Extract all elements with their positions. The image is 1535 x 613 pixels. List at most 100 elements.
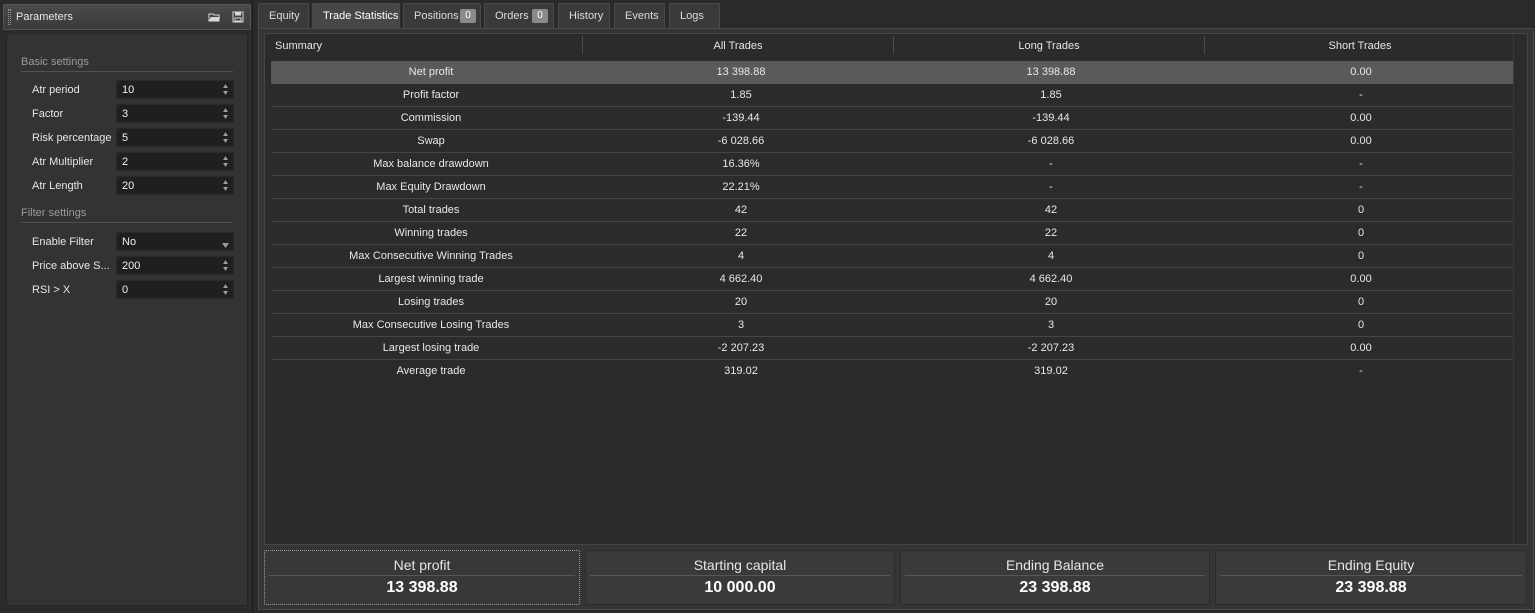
summary-card-ending-equity[interactable]: Ending Equity 23 398.88 xyxy=(1215,550,1527,605)
column-header-short-trades[interactable]: Short Trades xyxy=(1205,40,1515,52)
card-label: Net profit xyxy=(393,557,451,573)
atr-period-value: 10 xyxy=(122,84,135,96)
row-all-trades-cell: 13 398.88 xyxy=(716,66,766,78)
row-all-trades-cell: 16.36% xyxy=(722,158,760,170)
row-summary-cell: Commission xyxy=(400,112,462,124)
row-long-trades-cell: 1.85 xyxy=(1040,89,1062,101)
row-long-trades-cell: - xyxy=(1049,158,1053,170)
atr-length-value: 20 xyxy=(122,180,135,192)
summary-card-ending-balance[interactable]: Ending Balance 23 398.88 xyxy=(900,550,1210,605)
column-header-summary[interactable]: Summary xyxy=(275,40,322,52)
table-row[interactable]: Average trade 319.02 319.02 - xyxy=(271,360,1521,383)
row-summary-cell: Max Consecutive Winning Trades xyxy=(349,250,513,262)
column-header-all-trades[interactable]: All Trades xyxy=(583,40,893,52)
positions-count-badge: 0 xyxy=(460,9,476,23)
spinner-arrows-icon[interactable] xyxy=(222,130,229,145)
summary-card-starting-capital[interactable]: Starting capital 10 000.00 xyxy=(585,550,895,605)
row-all-trades-cell: 4 662.40 xyxy=(719,273,763,285)
table-row[interactable]: Max Consecutive Winning Trades 4 4 0 xyxy=(271,245,1521,268)
card-label: Ending Equity xyxy=(1327,557,1415,573)
row-long-trades-cell: -139.44 xyxy=(1032,112,1070,124)
enable-filter-value: No xyxy=(122,236,137,248)
table-row[interactable]: Total trades 42 42 0 xyxy=(271,199,1521,222)
vertical-scrollbar[interactable] xyxy=(1513,34,1527,544)
atr-period-input[interactable]: 10 xyxy=(116,80,234,99)
row-short-trades-cell: - xyxy=(1359,181,1363,193)
row-short-trades-cell: 0.00 xyxy=(1350,273,1372,285)
spinner-arrows-icon[interactable] xyxy=(222,178,229,193)
row-summary-cell: Max Consecutive Losing Trades xyxy=(352,319,510,331)
tab-positions[interactable]: Positions 0 xyxy=(403,3,481,28)
table-row[interactable]: Largest winning trade 4 662.40 4 662.40 0.0… xyxy=(271,268,1521,291)
save-icon[interactable] xyxy=(232,11,244,23)
row-summary-cell: Swap xyxy=(417,135,445,147)
spinner-arrows-icon[interactable] xyxy=(222,106,229,121)
parameters-panel: Parameters Basic settings Atr period 10 … xyxy=(0,0,253,613)
tab-history[interactable]: History xyxy=(558,3,610,28)
table-row[interactable]: Max Consecutive Losing Trades 3 3 0 xyxy=(271,314,1521,337)
table-row[interactable]: Commission -139.44 -139.44 0.00 xyxy=(271,107,1521,130)
risk-percentage-input[interactable]: 5 xyxy=(116,128,234,147)
row-summary-cell: Largest losing trade xyxy=(382,342,480,354)
card-divider xyxy=(269,575,575,576)
rsi-input[interactable]: 0 xyxy=(116,280,234,299)
spinner-arrows-icon[interactable] xyxy=(222,282,229,297)
row-summary-cell: Max balance drawdown xyxy=(373,158,489,170)
table-row[interactable]: Max Equity Drawdown 22.21% - - xyxy=(271,176,1521,199)
param-label-enable-filter: Enable Filter xyxy=(32,236,94,248)
card-divider xyxy=(1220,575,1522,576)
row-short-trades-cell: 0.00 xyxy=(1350,135,1372,147)
row-long-trades-cell: 20 xyxy=(1044,296,1058,308)
column-header-long-trades[interactable]: Long Trades xyxy=(894,40,1204,52)
tab-trade-statistics[interactable]: Trade Statistics xyxy=(312,3,400,28)
table-row[interactable]: Profit factor 1.85 1.85 - xyxy=(271,84,1521,107)
table-row[interactable]: Net profit 13 398.88 13 398.88 0.00 xyxy=(271,61,1521,84)
row-short-trades-cell: 0 xyxy=(1357,204,1365,216)
price-above-input[interactable]: 200 xyxy=(116,256,234,275)
section-title-basic: Basic settings xyxy=(21,56,89,68)
parameters-body: Basic settings Atr period 10 Factor 3 Ri… xyxy=(6,33,248,606)
table-row[interactable]: Largest losing trade -2 207.23 -2 207.23 0.… xyxy=(271,337,1521,360)
row-all-trades-cell: 22 xyxy=(734,227,748,239)
table-row[interactable]: Winning trades 22 22 0 xyxy=(271,222,1521,245)
param-label-atr-multiplier: Atr Multiplier xyxy=(32,156,94,168)
row-all-trades-cell: 319.02 xyxy=(724,365,758,377)
folder-open-icon[interactable] xyxy=(208,11,220,23)
atr-length-input[interactable]: 20 xyxy=(116,176,234,195)
trade-statistics-content: Summary All Trades Long Trades Short Tra… xyxy=(258,28,1534,610)
tab-label: Equity xyxy=(269,10,300,22)
row-all-trades-cell: 22.21% xyxy=(722,181,760,193)
drag-grip-icon[interactable] xyxy=(8,9,11,25)
price-above-value: 200 xyxy=(122,260,141,272)
card-value: 10 000.00 xyxy=(704,579,776,596)
row-long-trades-cell: 319.02 xyxy=(1034,365,1068,377)
tab-logs[interactable]: Logs xyxy=(669,3,720,28)
row-long-trades-cell: -2 207.23 xyxy=(1027,342,1075,354)
row-long-trades-cell: 13 398.88 xyxy=(1026,66,1076,78)
tab-events[interactable]: Events xyxy=(614,3,665,28)
table-row[interactable]: Swap -6 028.66 -6 028.66 0.00 xyxy=(271,130,1521,153)
row-long-trades-cell: 42 xyxy=(1044,204,1058,216)
summary-card-net-profit[interactable]: Net profit 13 398.88 xyxy=(264,550,580,605)
tab-equity[interactable]: Equity xyxy=(258,3,309,28)
enable-filter-dropdown[interactable]: No xyxy=(116,232,234,251)
table-row[interactable]: Max balance drawdown 16.36% - - xyxy=(271,153,1521,176)
parameters-header: Parameters xyxy=(3,4,251,30)
table-row[interactable]: Losing trades 20 20 0 xyxy=(271,291,1521,314)
card-value: 23 398.88 xyxy=(1019,579,1091,596)
tab-label: Events xyxy=(625,10,659,22)
row-summary-cell: Profit factor xyxy=(402,89,460,101)
row-long-trades-cell: 3 xyxy=(1047,319,1055,331)
row-all-trades-cell: 1.85 xyxy=(730,89,752,101)
row-all-trades-cell: 42 xyxy=(734,204,748,216)
chevron-down-icon[interactable] xyxy=(222,239,229,251)
row-summary-cell: Losing trades xyxy=(397,296,465,308)
tab-orders[interactable]: Orders 0 xyxy=(484,3,554,28)
row-short-trades-cell: 0.00 xyxy=(1350,342,1372,354)
spinner-arrows-icon[interactable] xyxy=(222,82,229,97)
row-short-trades-cell: - xyxy=(1359,365,1363,377)
atr-multiplier-input[interactable]: 2 xyxy=(116,152,234,171)
spinner-arrows-icon[interactable] xyxy=(222,154,229,169)
factor-input[interactable]: 3 xyxy=(116,104,234,123)
spinner-arrows-icon[interactable] xyxy=(222,258,229,273)
